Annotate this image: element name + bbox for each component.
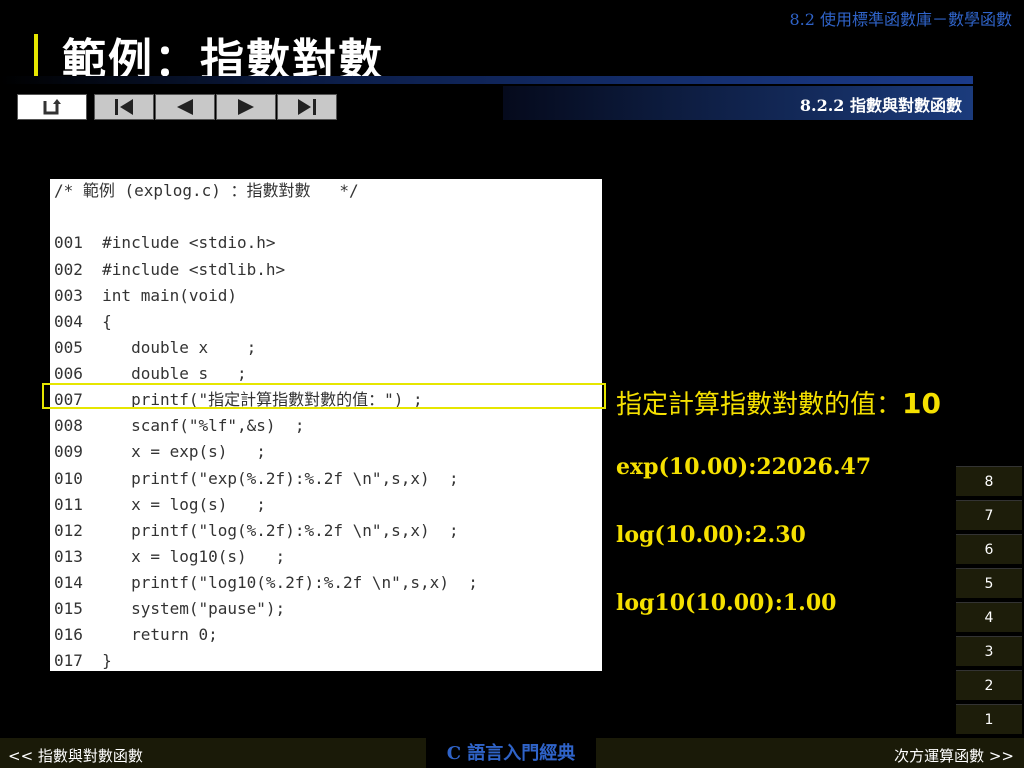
- output-prompt-text: 指定計算指數對數的值：: [616, 390, 903, 420]
- title-accent-bar: [34, 34, 38, 80]
- book-title: C 語言入門經典: [446, 742, 576, 764]
- section-title: 8.2 使用標準函數庫－數學函數: [789, 10, 1012, 29]
- last-icon: [298, 99, 316, 115]
- code-line: 014 printf("log10(%.2f):%.2f \n",s,x) ;: [54, 573, 478, 592]
- first-page-button[interactable]: [94, 94, 154, 120]
- code-line: 011 x = log(s) ;: [54, 495, 266, 514]
- return-icon: [43, 99, 61, 115]
- output-prompt: 指定計算指數對數的值：10: [616, 384, 941, 421]
- prev-icon: [177, 99, 193, 115]
- output-exp: exp(10.00):22026.47: [616, 454, 872, 480]
- subsection-title: 8.2.2 指數與對數函數: [799, 96, 962, 115]
- next-icon: [238, 99, 254, 115]
- prev-page-button[interactable]: [155, 94, 215, 120]
- code-line: 005 double x ;: [54, 338, 257, 357]
- code-line: 016 return 0;: [54, 625, 218, 644]
- code-line: 009 x = exp(s) ;: [54, 442, 266, 461]
- code-listing: /* 範例 (explog.c) ：指數對數 */ 001 #include <…: [50, 179, 602, 671]
- next-topic-link[interactable]: 次方運算函數 >>: [894, 745, 1014, 766]
- code-line: 004 {: [54, 312, 112, 331]
- code-line: 010 printf("exp(%.2f):%.2f \n",s,x) ;: [54, 469, 459, 488]
- page-button-4[interactable]: 4: [956, 602, 1022, 632]
- page-button-5[interactable]: 5: [956, 568, 1022, 598]
- code-line: 012 printf("log(%.2f):%.2f \n",s,x) ;: [54, 521, 459, 540]
- code-line: 017 }: [54, 651, 112, 670]
- code-line: 006 double s ;: [54, 364, 247, 383]
- code-line: 013 x = log10(s) ;: [54, 547, 286, 566]
- page-button-1[interactable]: 1: [956, 704, 1022, 734]
- output-log: log(10.00):2.30: [616, 522, 806, 548]
- page-button-2[interactable]: 2: [956, 670, 1022, 700]
- output-input-value: 10: [902, 387, 941, 420]
- first-icon: [115, 99, 133, 115]
- page-button-6[interactable]: 6: [956, 534, 1022, 564]
- code-line: 001 #include <stdio.h>: [54, 233, 276, 252]
- code-line: 008 scanf("%lf",&s) ;: [54, 416, 305, 435]
- return-button[interactable]: [17, 94, 87, 120]
- page-button-7[interactable]: 7: [956, 500, 1022, 530]
- next-page-button[interactable]: [216, 94, 276, 120]
- last-page-button[interactable]: [277, 94, 337, 120]
- code-line: 015 system("pause");: [54, 599, 286, 618]
- page-button-3[interactable]: 3: [956, 636, 1022, 666]
- code-line: 003 int main(void): [54, 286, 238, 305]
- prev-topic-link[interactable]: << 指數與對數函數: [8, 745, 143, 766]
- header-rule: [0, 76, 973, 84]
- page-button-8[interactable]: 8: [956, 466, 1022, 496]
- code-line: 002 #include <stdlib.h>: [54, 260, 286, 279]
- line-highlight-box: [42, 383, 606, 409]
- book-title-box: C 語言入門經典: [426, 735, 596, 768]
- code-line: /* 範例 (explog.c) ：指數對數 */: [54, 181, 359, 200]
- output-log10: log10(10.00):1.00: [616, 590, 837, 616]
